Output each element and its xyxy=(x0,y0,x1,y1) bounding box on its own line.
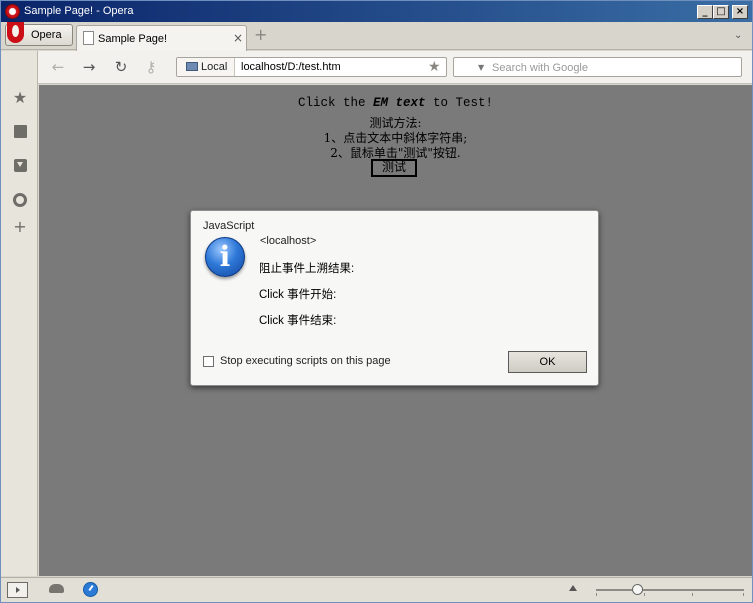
reload-icon[interactable]: ↻ xyxy=(112,58,130,76)
downloads-shape xyxy=(13,159,27,172)
search-engine-dropdown-icon[interactable]: ▼ xyxy=(478,63,484,72)
new-tab-icon[interactable]: + xyxy=(254,27,268,43)
info-glyph: i xyxy=(219,240,231,273)
notes-icon[interactable] xyxy=(11,123,29,141)
opera-logo-icon xyxy=(7,22,24,43)
tab-bar: Opera Sample Page! × + ⌄ xyxy=(1,22,752,51)
close-icon: × xyxy=(735,6,745,17)
address-bar: ← → ↻ ⚷ Local localhost/D:/test.htm ★ ▼ xyxy=(38,51,752,84)
maximize-button[interactable]: □ xyxy=(713,5,729,19)
instruction-line-3: 1、点击文本中斜体字符串; xyxy=(323,131,468,145)
instruction-suffix: to Test! xyxy=(425,96,494,110)
javascript-alert-dialog: JavaScript i <localhost> 阻止事件上溯结果: Click… xyxy=(190,210,599,386)
instruction-prefix: Click the xyxy=(297,96,373,110)
url-field[interactable]: Local localhost/D:/test.htm ★ xyxy=(176,57,447,77)
key-icon[interactable]: ⚷ xyxy=(142,58,160,76)
view-options-up-icon[interactable] xyxy=(569,585,577,591)
dialog-title: JavaScript xyxy=(203,220,255,232)
forward-arrow-icon[interactable]: → xyxy=(80,58,98,76)
zoom-ticks xyxy=(596,593,744,597)
stop-scripts-label[interactable]: Stop executing scripts on this page xyxy=(220,355,391,367)
search-field[interactable]: ▼ xyxy=(453,57,742,77)
opera-link-cloud-icon[interactable] xyxy=(49,584,64,593)
test-button[interactable]: 测试 xyxy=(371,159,417,177)
bookmarks-star-icon[interactable]: ★ xyxy=(11,89,29,107)
zoom-slider-thumb[interactable] xyxy=(631,584,643,595)
search-input[interactable] xyxy=(492,60,732,75)
tab-close-icon[interactable]: × xyxy=(233,31,243,45)
tab-menu-chevron-icon[interactable]: ⌄ xyxy=(734,30,742,41)
instruction-line-4: 2、鼠标单击"测试"按钮. xyxy=(330,146,461,160)
toggle-panel-icon[interactable] xyxy=(7,582,28,598)
browser-window: Sample Page! - Opera _ □ × Opera Sample … xyxy=(0,0,753,603)
add-panel-plus-icon[interactable]: + xyxy=(11,218,29,236)
computer-icon xyxy=(186,62,198,71)
status-bar xyxy=(1,577,752,602)
minimize-icon: _ xyxy=(702,6,708,17)
em-text-link[interactable]: EM text xyxy=(373,96,426,110)
opera-logo-icon xyxy=(5,4,20,19)
tab-label: Sample Page! xyxy=(98,33,168,45)
opera-menu-button[interactable]: Opera xyxy=(5,22,73,46)
back-arrow-icon[interactable]: ← xyxy=(49,58,67,76)
info-icon: i xyxy=(205,237,245,277)
dialog-message-line: 阻止事件上溯结果: xyxy=(259,263,355,275)
stop-scripts-checkbox[interactable] xyxy=(203,356,214,367)
turbo-speed-icon[interactable] xyxy=(83,582,98,597)
history-clock-icon[interactable] xyxy=(11,191,29,209)
tab-sample-page[interactable]: Sample Page! × xyxy=(76,25,247,51)
url-text[interactable]: localhost/D:/test.htm xyxy=(241,61,341,73)
ok-button[interactable]: OK xyxy=(508,351,587,373)
dialog-origin: <localhost> xyxy=(260,235,317,247)
instruction-line-1: Click the EM text to Test! xyxy=(39,96,752,110)
clock-shape xyxy=(13,193,27,207)
panel-sidebar: ★ + xyxy=(1,51,38,576)
zoom-slider-track[interactable] xyxy=(596,589,744,591)
downloads-icon[interactable] xyxy=(11,157,29,175)
instruction-line-2: 测试方法: xyxy=(369,116,422,130)
dialog-message-line: Click 事件结束: xyxy=(259,315,337,327)
close-window-button[interactable]: × xyxy=(732,5,748,19)
dialog-message-line: Click 事件开始: xyxy=(259,289,337,301)
opera-menu-label: Opera xyxy=(31,29,62,41)
maximize-icon: □ xyxy=(716,6,726,17)
page-icon xyxy=(83,31,94,45)
minimize-button[interactable]: _ xyxy=(697,5,713,19)
local-badge[interactable]: Local xyxy=(177,58,235,76)
local-badge-label: Local xyxy=(201,61,228,73)
bookmark-star-icon[interactable]: ★ xyxy=(428,59,441,75)
title-bar: Sample Page! - Opera _ □ × xyxy=(1,1,752,22)
window-title: Sample Page! - Opera xyxy=(24,5,134,17)
notes-shape xyxy=(13,125,27,138)
